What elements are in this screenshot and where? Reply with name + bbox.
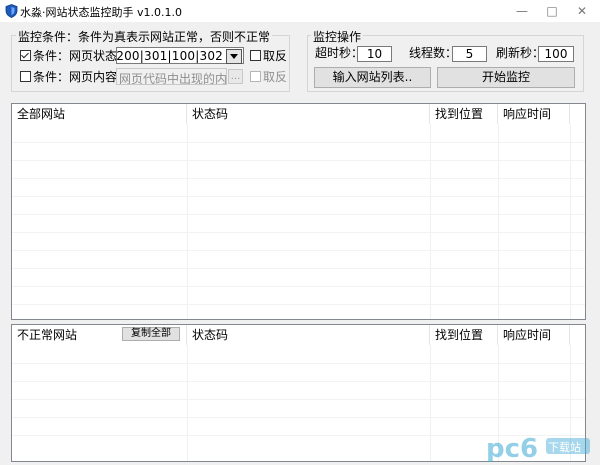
content-reverse-label: 取反 bbox=[263, 70, 288, 84]
threads-input[interactable]: 5 bbox=[452, 46, 487, 62]
grid-row-line bbox=[12, 268, 585, 269]
grid-row-line bbox=[12, 381, 585, 382]
grid-line bbox=[187, 124, 188, 319]
import-sites-button[interactable]: 输入网站列表.. bbox=[314, 67, 431, 88]
grid-row-line bbox=[12, 286, 585, 287]
grid-row-line bbox=[12, 160, 585, 161]
start-monitor-button[interactable]: 开始监控 bbox=[437, 67, 575, 88]
content-reverse-checkbox[interactable] bbox=[250, 71, 261, 82]
column-header-all-sites[interactable]: 全部网站 bbox=[12, 104, 187, 124]
timeout-input[interactable]: 10 bbox=[357, 46, 392, 62]
threads-label: 线程数： bbox=[409, 46, 458, 60]
grid-row-line bbox=[12, 178, 585, 179]
status-reverse-label: 取反 bbox=[263, 49, 288, 63]
grid-row-line bbox=[12, 417, 585, 418]
watermark-text: pc6 bbox=[486, 434, 538, 462]
column-header-found-position[interactable]: 找到位置 bbox=[430, 104, 498, 124]
app-shield-icon bbox=[5, 4, 18, 18]
pc6-watermark-logo: pc6 下载站 bbox=[486, 434, 590, 462]
column-header-response-time[interactable]: 响应时间 bbox=[498, 104, 570, 124]
grid-line bbox=[498, 124, 499, 319]
content-condition-label: 条件：网页内容 bbox=[33, 70, 118, 84]
refresh-input[interactable]: 100 bbox=[538, 46, 574, 62]
maximize-button[interactable]: □ bbox=[536, 0, 568, 22]
grid-row-line bbox=[12, 304, 585, 305]
status-condition-checkbox[interactable] bbox=[20, 50, 31, 61]
content-input[interactable]: 网页代码中出现的内容 bbox=[116, 68, 227, 85]
column-header-found-position[interactable]: 找到位置 bbox=[430, 325, 498, 345]
status-reverse-checkbox[interactable] bbox=[250, 50, 261, 61]
window-title: 水淼·网站状态监控助手 v1.0.1.0 bbox=[20, 6, 182, 19]
refresh-label: 刷新秒： bbox=[496, 46, 545, 60]
content-browse-button[interactable]: ... bbox=[228, 69, 243, 84]
grid-row-line bbox=[12, 196, 585, 197]
status-codes-select[interactable]: 200|301|100|302 bbox=[116, 47, 244, 64]
maximize-icon: □ bbox=[546, 4, 558, 18]
grid-row-line bbox=[12, 399, 585, 400]
watermark-sub: 下载站 bbox=[548, 440, 581, 454]
grid-row-line bbox=[12, 250, 585, 251]
status-condition-label: 条件：网页状态 bbox=[33, 49, 118, 63]
grid-line bbox=[430, 124, 431, 319]
column-header-status-code[interactable]: 状态码 bbox=[187, 325, 430, 345]
column-header-status-code[interactable]: 状态码 bbox=[187, 104, 430, 124]
grid-row-line bbox=[12, 232, 585, 233]
conditions-legend: 监控条件：条件为真表示网站正常，否则不正常 bbox=[16, 28, 273, 45]
close-icon: ✕ bbox=[576, 4, 588, 18]
grid-line bbox=[570, 124, 571, 319]
chevron-down-icon[interactable] bbox=[226, 49, 242, 64]
status-codes-value: 200|301|100|302 bbox=[116, 49, 223, 63]
minimize-button[interactable]: — bbox=[506, 0, 538, 22]
grid-row-line bbox=[12, 142, 585, 143]
column-header-response-time[interactable]: 响应时间 bbox=[498, 325, 570, 345]
close-button[interactable]: ✕ bbox=[566, 0, 598, 22]
all-sites-list[interactable]: 全部网站 状态码 找到位置 响应时间 bbox=[11, 103, 586, 320]
minimize-icon: — bbox=[516, 4, 528, 18]
copy-all-button[interactable]: 复制全部 bbox=[122, 327, 180, 341]
content-condition-checkbox[interactable] bbox=[20, 71, 31, 82]
operations-legend: 监控操作 bbox=[311, 28, 364, 45]
grid-row-line bbox=[12, 214, 585, 215]
grid-row-line bbox=[12, 363, 585, 364]
timeout-label: 超时秒： bbox=[315, 46, 364, 60]
